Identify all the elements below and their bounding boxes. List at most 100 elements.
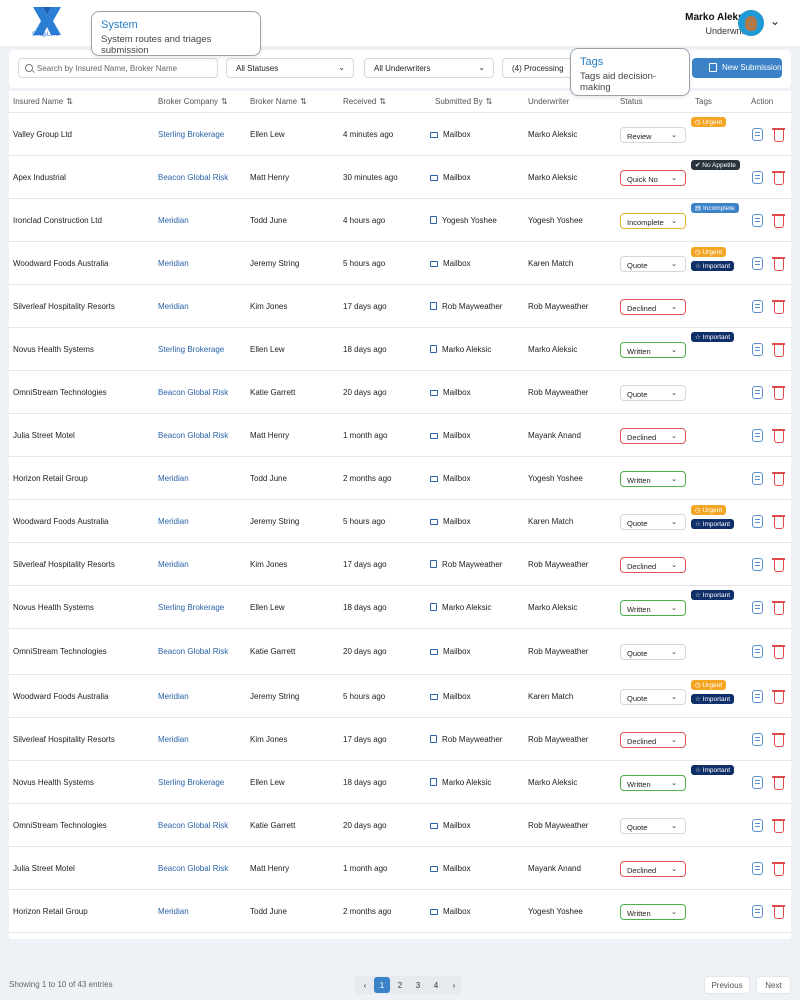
sort-icon[interactable]: ⇅ — [221, 97, 228, 106]
table-row[interactable]: Julia Street Motel Beacon Global Risk Matt… — [9, 414, 791, 457]
sort-icon[interactable]: ⇅ — [66, 97, 73, 106]
column-header[interactable]: Submitted By ⇅ — [435, 97, 492, 106]
sort-icon[interactable]: ⇅ — [300, 97, 307, 106]
table-row[interactable]: Woodward Foods Australia Meridian Jeremy S… — [9, 675, 791, 718]
status-dropdown[interactable]: Written ⌄ — [620, 471, 686, 487]
delete-icon[interactable] — [772, 429, 785, 443]
insured-name[interactable]: Julia Street Motel — [13, 864, 75, 873]
status-dropdown[interactable]: Written ⌄ — [620, 904, 686, 920]
broker-company-link[interactable]: Meridian — [158, 302, 189, 311]
edit-icon[interactable] — [752, 128, 763, 141]
broker-company-link[interactable]: Meridian — [158, 259, 189, 268]
broker-company-link[interactable]: Meridian — [158, 517, 189, 526]
broker-company-link[interactable]: Beacon Global Risk — [158, 821, 228, 830]
delete-icon[interactable] — [772, 733, 785, 747]
delete-icon[interactable] — [772, 862, 785, 876]
delete-icon[interactable] — [772, 601, 785, 615]
insured-name[interactable]: Novus Health Systems — [13, 778, 94, 787]
status-dropdown[interactable]: Incomplete ⌄ — [620, 213, 686, 229]
status-dropdown[interactable]: Quote ⌄ — [620, 256, 686, 272]
table-row[interactable]: Silverleaf Hospitality Resorts Meridian Ki… — [9, 718, 791, 761]
page-button[interactable]: 4 — [428, 977, 444, 993]
delete-icon[interactable] — [772, 558, 785, 572]
status-dropdown[interactable]: Written ⌄ — [620, 600, 686, 616]
insured-name[interactable]: OmniStream Technologies — [13, 821, 107, 830]
delete-icon[interactable] — [772, 128, 785, 142]
broker-company-link[interactable]: Meridian — [158, 216, 189, 225]
edit-icon[interactable] — [752, 733, 763, 746]
broker-company-link[interactable]: Meridian — [158, 474, 189, 483]
edit-icon[interactable] — [752, 515, 763, 528]
status-dropdown[interactable]: Quote ⌄ — [620, 385, 686, 401]
delete-icon[interactable] — [772, 776, 785, 790]
edit-icon[interactable] — [752, 300, 763, 313]
column-header[interactable]: Insured Name ⇅ — [13, 97, 73, 106]
delete-icon[interactable] — [772, 819, 785, 833]
table-row[interactable]: Apex Industrial Beacon Global Risk Matt He… — [9, 156, 791, 199]
insured-name[interactable]: Woodward Foods Australia — [13, 259, 108, 268]
edit-icon[interactable] — [752, 819, 763, 832]
edit-icon[interactable] — [752, 690, 763, 703]
column-header[interactable]: Received ⇅ — [343, 97, 386, 106]
pagination-next-icon[interactable]: › — [446, 977, 462, 993]
chevron-down-icon[interactable]: ⌄ — [770, 14, 780, 28]
sort-icon[interactable]: ⇅ — [486, 97, 493, 106]
insured-name[interactable]: OmniStream Technologies — [13, 647, 107, 656]
status-dropdown[interactable]: Written ⌄ — [620, 775, 686, 791]
status-dropdown[interactable]: Declined ⌄ — [620, 732, 686, 748]
broker-company-link[interactable]: Beacon Global Risk — [158, 388, 228, 397]
broker-company-link[interactable]: Sterling Brokerage — [158, 130, 224, 139]
delete-icon[interactable] — [772, 472, 785, 486]
column-header[interactable]: Broker Name ⇅ — [250, 97, 307, 106]
edit-icon[interactable] — [752, 558, 763, 571]
broker-company-link[interactable]: Beacon Global Risk — [158, 173, 228, 182]
edit-icon[interactable] — [752, 429, 763, 442]
insured-name[interactable]: Apex Industrial — [13, 173, 66, 182]
edit-icon[interactable] — [752, 343, 763, 356]
broker-company-link[interactable]: Meridian — [158, 735, 189, 744]
broker-company-link[interactable]: Beacon Global Risk — [158, 431, 228, 440]
underwriter-filter-dropdown[interactable]: All Underwriters ⌄ — [364, 58, 494, 78]
delete-icon[interactable] — [772, 343, 785, 357]
insured-name[interactable]: Woodward Foods Australia — [13, 517, 108, 526]
delete-icon[interactable] — [772, 300, 785, 314]
table-row[interactable]: Julia Street Motel Beacon Global Risk Matt… — [9, 847, 791, 890]
edit-icon[interactable] — [752, 776, 763, 789]
edit-icon[interactable] — [752, 862, 763, 875]
table-row[interactable]: Silverleaf Hospitality Resorts Meridian Ki… — [9, 285, 791, 328]
insured-name[interactable]: Silverleaf Hospitality Resorts — [13, 735, 115, 744]
insured-name[interactable]: Horizon Retail Group — [13, 474, 88, 483]
broker-company-link[interactable]: Meridian — [158, 907, 189, 916]
status-dropdown[interactable]: Quote ⌄ — [620, 689, 686, 705]
insured-name[interactable]: Novus Health Systems — [13, 603, 94, 612]
delete-icon[interactable] — [772, 690, 785, 704]
status-dropdown[interactable]: Declined ⌄ — [620, 299, 686, 315]
edit-icon[interactable] — [752, 214, 763, 227]
status-dropdown[interactable]: Written ⌄ — [620, 342, 686, 358]
insured-name[interactable]: Woodward Foods Australia — [13, 692, 108, 701]
delete-icon[interactable] — [772, 171, 785, 185]
table-row[interactable]: Woodward Foods Australia Meridian Jeremy S… — [9, 500, 791, 543]
page-button[interactable]: 1 — [374, 977, 390, 993]
edit-icon[interactable] — [752, 601, 763, 614]
insured-name[interactable]: Ironclad Construction Ltd — [13, 216, 102, 225]
status-dropdown[interactable]: Quote ⌄ — [620, 514, 686, 530]
insured-name[interactable]: Silverleaf Hospitality Resorts — [13, 560, 115, 569]
table-row[interactable]: Woodward Foods Australia Meridian Jeremy S… — [9, 242, 791, 285]
broker-company-link[interactable]: Beacon Global Risk — [158, 864, 228, 873]
broker-company-link[interactable]: Sterling Brokerage — [158, 778, 224, 787]
edit-icon[interactable] — [752, 472, 763, 485]
broker-company-link[interactable]: Meridian — [158, 560, 189, 569]
edit-icon[interactable] — [752, 171, 763, 184]
status-filter-dropdown[interactable]: All Statuses ⌄ — [226, 58, 354, 78]
search-input[interactable]: Search by Insured Name, Broker Name — [18, 58, 218, 78]
edit-icon[interactable] — [752, 645, 763, 658]
previous-button[interactable]: Previous — [704, 976, 750, 994]
column-header[interactable]: Broker Company ⇅ — [158, 97, 228, 106]
broker-company-link[interactable]: Sterling Brokerage — [158, 603, 224, 612]
page-button[interactable]: 3 — [410, 977, 426, 993]
new-submission-button[interactable]: New Submission — [692, 58, 782, 78]
edit-icon[interactable] — [752, 257, 763, 270]
page-button[interactable]: 2 — [392, 977, 408, 993]
status-dropdown[interactable]: Quote ⌄ — [620, 644, 686, 660]
